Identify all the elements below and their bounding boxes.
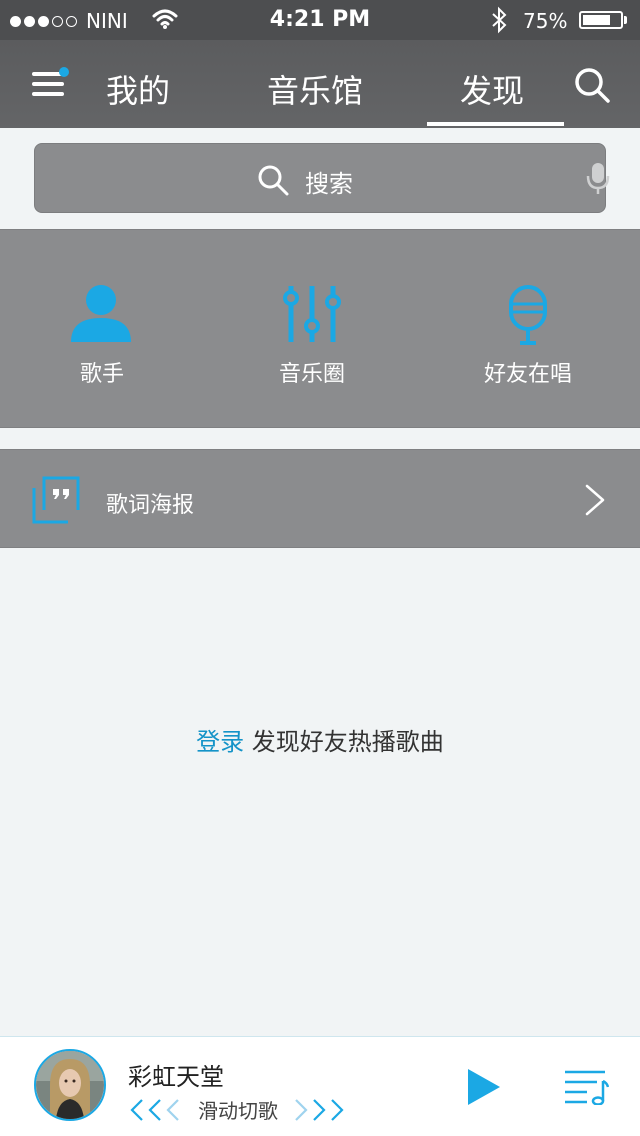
empty-state-text: 发现好友热播歌曲 xyxy=(244,728,444,756)
menu-icon-bar xyxy=(32,82,64,86)
swipe-hint[interactable]: 滑动切歌 xyxy=(128,1095,348,1124)
lyric-poster-row[interactable]: 歌词海报 xyxy=(0,449,640,548)
tab-mine[interactable]: 我的 xyxy=(106,66,170,112)
battery-percent: 75% xyxy=(523,9,568,33)
search-icon xyxy=(258,165,289,196)
chevron-right-icon xyxy=(585,484,605,516)
shortcut-panel: 歌手 音乐圈 好友在唱 xyxy=(0,229,640,428)
mini-player[interactable]: 彩虹天堂 滑动切歌 xyxy=(0,1036,640,1136)
shortcut-label: 好友在唱 xyxy=(483,362,572,387)
album-art-image xyxy=(36,1051,104,1119)
tab-discover[interactable]: 发现 xyxy=(460,66,524,112)
active-tab-indicator xyxy=(427,122,564,126)
shortcut-singer[interactable]: 歌手 xyxy=(2,230,202,429)
quote-icon xyxy=(32,476,80,524)
swipe-right-icon xyxy=(295,1098,344,1121)
bluetooth-icon xyxy=(492,6,507,34)
shortcut-music-circle[interactable]: 音乐圈 xyxy=(212,230,412,429)
album-cover[interactable] xyxy=(34,1049,106,1121)
notification-dot xyxy=(59,67,69,77)
lyric-poster-label: 歌词海报 xyxy=(106,493,195,518)
shortcut-friends-singing[interactable]: 好友在唱 xyxy=(428,230,628,429)
menu-icon-bar xyxy=(32,92,64,96)
swipe-left-icon xyxy=(130,1098,179,1121)
shortcut-label: 歌手 xyxy=(79,362,124,387)
microphone-icon[interactable] xyxy=(586,162,610,196)
top-nav: 我的 音乐馆 发现 xyxy=(0,40,640,128)
search-input[interactable]: 搜索 xyxy=(34,143,610,213)
battery-tip xyxy=(624,16,627,24)
menu-button[interactable] xyxy=(32,67,69,98)
microphone-icon xyxy=(509,285,547,345)
search-icon[interactable] xyxy=(573,66,613,106)
play-icon[interactable] xyxy=(466,1069,500,1105)
equalizer-icon xyxy=(283,286,341,342)
singer-icon xyxy=(71,285,131,342)
status-bar: NINI 4:21 PM 75% xyxy=(0,0,640,40)
song-title: 彩虹天堂 xyxy=(128,1063,224,1091)
swipe-hint-text: 滑动切歌 xyxy=(198,1099,278,1123)
login-link[interactable]: 登录 xyxy=(196,728,244,756)
search-placeholder: 搜索 xyxy=(305,170,353,198)
playlist-icon[interactable] xyxy=(563,1069,609,1105)
tab-music-hall[interactable]: 音乐馆 xyxy=(267,66,363,112)
battery-icon xyxy=(579,11,623,29)
shortcut-label: 音乐圈 xyxy=(278,362,345,387)
empty-state-message: 登录 发现好友热播歌曲 xyxy=(0,722,640,757)
